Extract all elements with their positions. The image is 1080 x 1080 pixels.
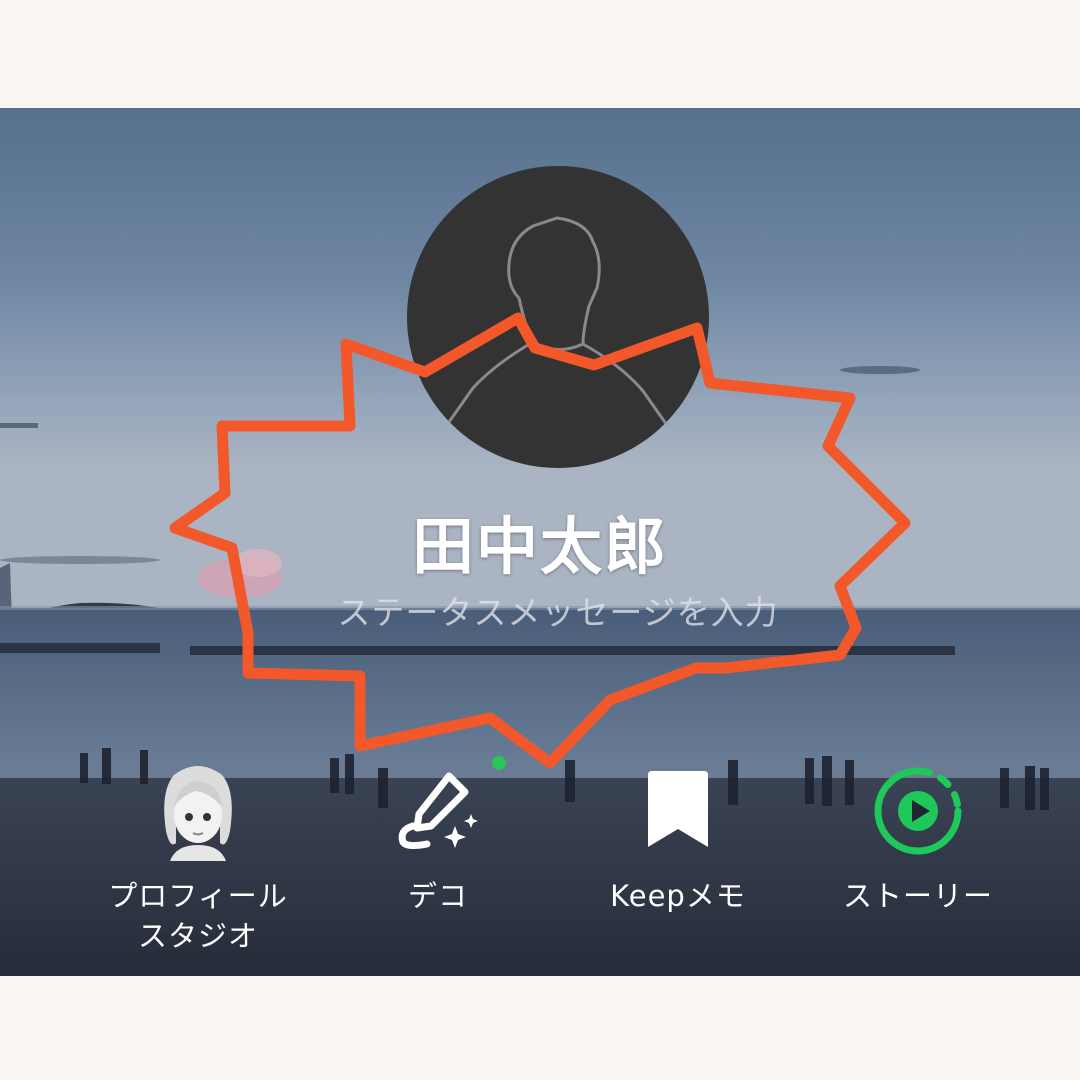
keep-memo-button[interactable]: Keepメモ — [568, 756, 788, 916]
profile-screen: 田中太郎 ステータスメッセージを入力 プロフィール スタジオ デコ Keepメモ… — [0, 108, 1080, 976]
profile-studio-label-2: スタジオ — [137, 919, 258, 953]
status-message-input[interactable]: ステータスメッセージを入力 — [0, 586, 1080, 634]
bookmark-icon — [648, 771, 708, 847]
default-person-icon — [447, 216, 671, 429]
magic-pen-icon — [398, 772, 478, 850]
new-badge-dot — [492, 756, 506, 770]
deco-button[interactable]: デコ — [328, 756, 548, 916]
deco-label: デコ — [407, 879, 468, 913]
story-play-icon — [874, 767, 962, 855]
profile-avatar[interactable] — [407, 166, 709, 468]
story-button[interactable]: ストーリー — [808, 756, 1028, 916]
profile-name[interactable]: 田中太郎 — [0, 496, 1080, 586]
story-label: ストーリー — [842, 879, 993, 913]
profile-studio-button[interactable]: プロフィール スタジオ — [88, 756, 308, 956]
profile-studio-label-1: プロフィール — [108, 879, 288, 913]
keep-memo-label: Keepメモ — [610, 879, 746, 913]
avatar-girl-icon — [164, 766, 232, 861]
